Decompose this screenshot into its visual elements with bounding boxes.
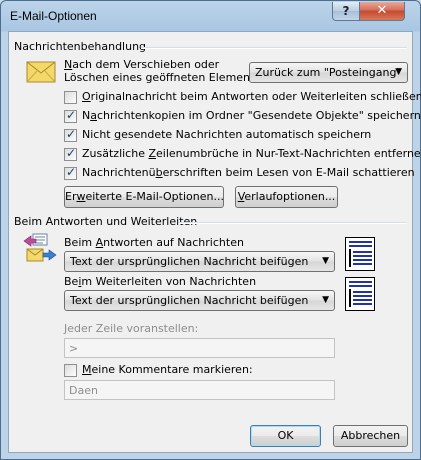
remove-line-breaks-label: Zusätzliche Zeilenumbrüche in Nur-Text-N… [82, 147, 421, 160]
window-title: E-Mail-Optionen [10, 9, 97, 23]
title-bar[interactable]: E-Mail-Optionen ? ✕ [1, 1, 420, 32]
reply-forward-section-title: Beim Antworten und Weiterleiten [14, 215, 198, 228]
ok-button[interactable]: OK [250, 425, 321, 447]
comment-name-value: Daen [69, 384, 98, 397]
forward-select-value: Text der ursprünglichen Nachricht beifüg… [70, 294, 309, 307]
reply-select[interactable]: Text der ursprünglichen Nachricht beifüg… [64, 251, 335, 272]
forward-select[interactable]: Text der ursprünglichen Nachricht beifüg… [64, 290, 335, 311]
after-move-delete-value: Zurück zum "Posteingang" [255, 66, 402, 79]
message-handling-section-title: Nachrichtenbehandlung [14, 40, 147, 53]
save-sent-copies-checkbox[interactable] [64, 108, 77, 123]
chevron-down-icon: ▼ [322, 256, 329, 266]
help-icon: ? [342, 4, 350, 18]
after-move-delete-select[interactable]: Zurück zum "Posteingang" ▼ [249, 62, 408, 83]
shade-headers-label: Nachrichtenüberschriften beim Lesen von … [82, 166, 415, 179]
autosave-unsent-label: Nicht gesendete Nachrichten automatisch … [82, 128, 372, 141]
reply-select-value: Text der ursprünglichen Nachricht beifüg… [70, 255, 309, 268]
mark-comments-label: Meine Kommentare markieren: [82, 363, 253, 376]
close-original-checkbox[interactable] [64, 91, 77, 104]
cancel-button[interactable]: Abbrechen [333, 425, 408, 447]
tracking-options-button[interactable]: Verlaufoptionen... [235, 186, 338, 208]
section-divider [179, 222, 407, 224]
remove-line-breaks-checkbox[interactable] [64, 146, 77, 161]
move-delete-label-line1: Nach dem Verschieben oder [64, 58, 220, 71]
close-icon: ✕ [376, 3, 388, 18]
prefix-lines-label: Jeder Zeile voranstellen: [64, 322, 199, 335]
prefix-lines-input[interactable]: > [64, 338, 335, 358]
advanced-email-options-button[interactable]: Erweiterte E-Mail-Optionen... [64, 186, 224, 208]
close-original-label: Originalnachricht beim Antworten oder We… [82, 90, 421, 103]
prefix-lines-value: > [69, 342, 79, 355]
forward-label: Beim Weiterleiten von Nachrichten [64, 275, 257, 288]
envelope-icon [26, 61, 56, 83]
section-divider [141, 47, 407, 49]
comment-name-input[interactable]: Daen [64, 380, 335, 400]
chevron-down-icon: ▼ [322, 295, 329, 305]
close-button[interactable]: ✕ [359, 2, 405, 21]
chevron-down-icon: ▼ [395, 67, 402, 77]
forward-preview-icon [345, 277, 375, 311]
mark-comments-checkbox[interactable] [64, 364, 77, 377]
reply-label: Beim Antworten auf Nachrichten [64, 236, 244, 249]
move-delete-label-line2: Löschen eines geöffneten Elements: [64, 71, 264, 84]
dialog-client-area: Nachrichtenbehandlung Nach dem Verschieb… [8, 31, 421, 453]
save-sent-copies-label: Nachrichtenkopien im Ordner "Gesendete O… [82, 109, 421, 122]
autosave-unsent-checkbox[interactable] [64, 127, 77, 142]
email-options-dialog: E-Mail-Optionen ? ✕ Nachrichtenbehandlun… [0, 0, 421, 460]
reply-preview-icon [345, 237, 375, 271]
reply-forward-icon [23, 233, 57, 262]
shade-headers-checkbox[interactable] [64, 165, 77, 180]
help-button[interactable]: ? [332, 2, 360, 21]
